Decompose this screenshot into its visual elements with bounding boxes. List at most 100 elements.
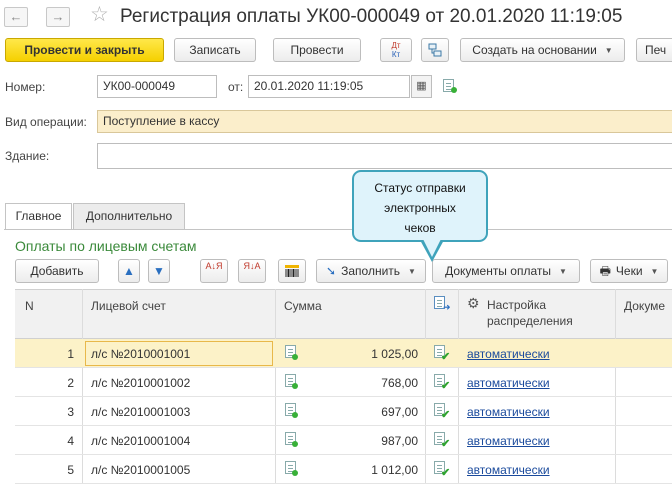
chevron-down-icon: ▼ [604, 45, 613, 55]
operation-type-label: Вид операции: [5, 115, 87, 129]
arrow-up-icon: ▲ [123, 264, 135, 278]
account-cell[interactable]: л/с №2010001002 [91, 375, 190, 391]
print-button[interactable]: Печ [636, 38, 672, 62]
callout-line1: Статус отправки [374, 181, 466, 195]
receipt-status-sent-icon: ✔ [434, 432, 450, 450]
check-icon: ✔ [441, 380, 451, 392]
forward-button[interactable]: → [46, 7, 70, 27]
move-down-button[interactable]: ▼ [148, 259, 170, 283]
tab-main[interactable]: Главное [5, 203, 72, 230]
chevron-down-icon: ▼ [408, 266, 416, 276]
amount-status-icon [285, 374, 299, 390]
column-header-receipt-status[interactable]: ➜ [434, 296, 451, 312]
receipt-status-sent-icon: ✔ [434, 345, 451, 363]
dt-kt-icon: Дт Кт [381, 41, 411, 59]
green-dot-icon [292, 441, 298, 447]
calendar-button[interactable]: ▦ [411, 75, 432, 98]
building-label: Здание: [5, 149, 50, 163]
column-header-n[interactable]: N [25, 289, 34, 339]
amount-cell[interactable]: 697,00 [310, 404, 418, 420]
callout-line3: чеков [404, 221, 436, 235]
account-cell[interactable]: л/с №2010001003 [91, 404, 190, 420]
favorite-star-icon[interactable]: ☆ [90, 3, 109, 27]
arrow-down-icon: ▼ [153, 264, 165, 278]
account-cell[interactable]: л/с №2010001005 [91, 462, 190, 478]
column-header-distribution-settings[interactable]: ⚙ Настройка распределения [467, 289, 573, 339]
create-based-on-button[interactable]: Создать на основании ▼ [460, 38, 625, 62]
fill-arrow-icon: ➘ [326, 264, 337, 278]
column-header-account[interactable]: Лицевой счет [91, 289, 166, 339]
row-number: 4 [67, 434, 74, 448]
number-label: Номер: [5, 80, 46, 94]
date-field[interactable]: 20.01.2020 11:19:05 [248, 75, 410, 98]
distribution-mode-link[interactable]: автоматически [467, 404, 550, 420]
dt-label: Дт [391, 41, 401, 50]
row-number: 5 [67, 463, 74, 477]
distribution-mode-link[interactable]: автоматически [467, 375, 550, 391]
dt-kt-button[interactable]: Дт Кт [380, 38, 412, 62]
callout-receipt-status: Статус отправки электронных чеков [352, 170, 488, 242]
receipts-button[interactable]: 🖶 Чеки ▼ [590, 259, 668, 283]
settings-line2: распределения [487, 314, 573, 328]
amount-cell[interactable]: 1 012,00 [310, 462, 418, 478]
back-button[interactable]: ← [4, 7, 28, 27]
send-arrow-icon: ➜ [443, 302, 451, 312]
receipts-label: Чеки [615, 264, 643, 278]
date-label: от: [228, 80, 244, 94]
create-based-on-label: Создать на основании [472, 43, 597, 57]
column-header-document[interactable]: Докуме [624, 289, 665, 339]
settings-line1: Настройка [487, 298, 547, 312]
row-number: 1 [67, 347, 74, 361]
section-title: Оплаты по лицевым счетам [15, 238, 197, 254]
green-dot-icon [292, 412, 298, 418]
sort-ascending-button[interactable]: А↓Я [200, 259, 228, 283]
amount-cell[interactable]: 1 025,00 [310, 346, 418, 362]
document-status-icon[interactable] [443, 79, 457, 93]
account-cell[interactable]: л/с №2010001004 [91, 433, 190, 449]
building-field[interactable] [97, 143, 672, 169]
distribution-mode-link[interactable]: автоматически [467, 462, 550, 478]
number-field[interactable]: УК00-000049 [97, 75, 217, 98]
account-cell[interactable]: л/с №2010001001 [91, 346, 190, 362]
check-icon: ✔ [441, 351, 451, 363]
amount-status-icon [285, 403, 299, 419]
payment-documents-label: Документы оплаты [445, 264, 551, 278]
payment-documents-button[interactable]: Документы оплаты ▼ [432, 259, 580, 283]
amount-cell[interactable]: 987,00 [310, 433, 418, 449]
structure-button[interactable] [421, 38, 449, 62]
add-button[interactable]: Добавить [15, 259, 99, 283]
amount-status-icon [285, 345, 299, 361]
barcode-icon [285, 265, 299, 277]
check-icon: ✔ [441, 467, 451, 479]
post-and-close-button[interactable]: Провести и закрыть [5, 38, 164, 62]
kt-label: Кт [391, 50, 401, 59]
green-dot-icon [451, 87, 457, 93]
column-header-amount[interactable]: Сумма [284, 289, 322, 339]
sort-descending-button[interactable]: Я↓А [238, 259, 266, 283]
green-dot-icon [292, 470, 298, 476]
callout-tail-inner [423, 239, 441, 257]
chevron-down-icon: ▼ [558, 266, 567, 276]
tab-additional[interactable]: Дополнительно [73, 203, 185, 229]
barcode-button[interactable] [278, 259, 306, 283]
distribution-mode-link[interactable]: автоматически [467, 346, 550, 362]
callout-line2: электронных [384, 201, 456, 215]
sort-descending-icon: Я↓А [243, 261, 261, 271]
fill-button[interactable]: ➘ Заполнить ▼ [316, 259, 426, 283]
move-up-button[interactable]: ▲ [118, 259, 140, 283]
window-title: Регистрация оплаты УК00-000049 от 20.01.… [120, 6, 623, 27]
receipt-status-sent-icon: ✔ [434, 461, 451, 479]
amount-cell[interactable]: 768,00 [310, 375, 418, 391]
receipt-status-sent-icon: ✔ [434, 403, 450, 421]
row-number: 3 [67, 405, 74, 419]
arrow-left-icon: ← [9, 9, 23, 24]
gear-icon: ⚙ [467, 295, 480, 311]
calendar-icon: ▦ [416, 80, 427, 92]
operation-type-field[interactable]: Поступление в кассу [97, 110, 672, 133]
distribution-mode-link[interactable]: автоматически [467, 433, 550, 449]
fill-label: Заполнить [341, 264, 401, 278]
arrow-right-icon: → [51, 9, 65, 24]
post-button[interactable]: Провести [273, 38, 361, 62]
write-button[interactable]: Записать [174, 38, 256, 62]
amount-status-icon [285, 461, 299, 477]
